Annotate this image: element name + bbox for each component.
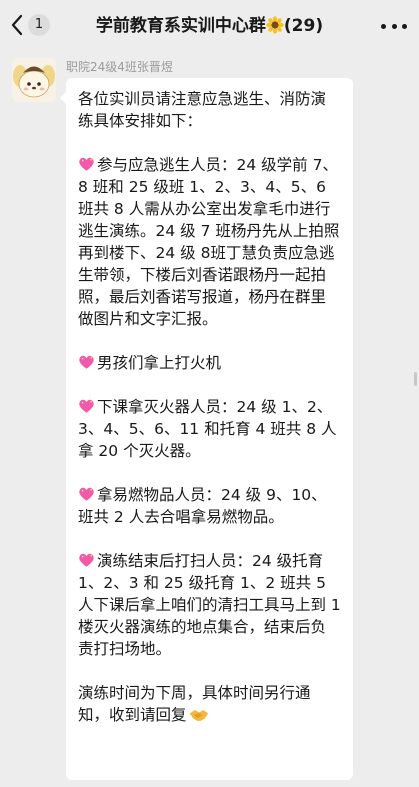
sparkling-heart-icon <box>79 553 94 567</box>
message-closing: 演练时间为下周，具体时间另行通知，收到请回复 <box>78 684 311 724</box>
message-section: 拿易燃物品人员：24 级 9、10、班共 2 人去合唱拿易燃物品。 <box>78 486 327 526</box>
chat-title: 学前教育系实训中心群 (29) <box>0 0 419 52</box>
sparkling-heart-icon <box>79 399 94 413</box>
more-dot-icon <box>402 23 407 29</box>
scrollbar[interactable] <box>414 372 417 386</box>
dog-cartoon-avatar-icon <box>12 58 56 102</box>
chat-header: 1 学前教育系实训中心群 (29) <box>0 0 419 52</box>
sender-name: 职院24级4班张晋煜 <box>66 60 173 74</box>
sunflower-icon <box>266 16 284 34</box>
more-options-button[interactable] <box>381 18 407 34</box>
handshake-icon <box>189 710 208 721</box>
unread-badge: 1 <box>28 14 50 36</box>
avatar[interactable] <box>12 58 56 102</box>
member-count: (29) <box>283 16 324 36</box>
message-bubble[interactable]: 各位实训员请注意应急逃生、消防演练具体安排如下： 参与应急逃生人员：24 级学前… <box>60 78 353 780</box>
more-dot-icon <box>381 23 386 29</box>
message-section: 演练结束后打扫人员：24 级托育 1、2、3 和 25 级托育 1、2 班共 5… <box>78 552 341 658</box>
sparkling-heart-icon <box>79 487 94 501</box>
chat-title-text: 学前教育系实训中心群 <box>95 16 266 36</box>
message-section: 参与应急逃生人员：24 级学前 7、8 班和 25 级班 1、2、3、4、5、6… <box>78 156 340 328</box>
back-button[interactable]: 1 <box>10 14 50 36</box>
message-intro: 各位实训员请注意应急逃生、消防演练具体安排如下： <box>78 90 327 130</box>
sparkling-heart-icon <box>79 157 94 171</box>
chevron-left-icon <box>11 14 23 36</box>
more-dot-icon <box>391 23 397 29</box>
sparkling-heart-icon <box>79 355 94 369</box>
message-section: 男孩们拿上打火机 <box>78 352 341 374</box>
message-section: 下课拿灭火器人员：24 级 1、2、3、4、5、6、11 和托育 4 班共 8 … <box>78 398 337 460</box>
